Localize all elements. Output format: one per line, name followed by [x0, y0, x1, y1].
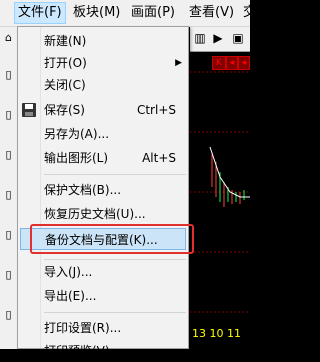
menu-sector[interactable]: 板块(M)	[70, 3, 123, 23]
menu-item-protect-doc[interactable]: 保护文档(B)...	[20, 179, 186, 201]
menu-item-open[interactable]: 打开(O) ▶	[20, 52, 186, 74]
menu-item-label: 恢复历史文档(U)...	[44, 207, 146, 221]
menu-item-save[interactable]: 保存(S) Ctrl+S	[20, 99, 186, 121]
play-icon[interactable]: ▶	[210, 30, 226, 46]
ticker-row: 13 10 11	[192, 327, 241, 340]
menu-item-shortcut: Ctrl+S	[136, 103, 176, 117]
menu-trade[interactable]: 交	[240, 3, 259, 23]
annotation-highlight-box	[30, 224, 194, 254]
menu-item-label: 新建(N)	[44, 34, 87, 48]
menu-item-label: 输出图形(L)	[44, 151, 109, 165]
submenu-arrow-icon: ▶	[175, 58, 182, 68]
window-icon[interactable]: ▣	[230, 30, 246, 46]
candlestick-chart	[190, 71, 250, 313]
menu-bar: 文件(F) 板块(M) 画面(P) 查看(V) 交	[0, 0, 256, 27]
menu-item-close[interactable]: 关闭(C)	[20, 74, 186, 96]
grid-icon[interactable]: ▥	[192, 30, 208, 46]
tool-icon[interactable]: ▯	[1, 67, 16, 82]
menu-item-shortcut: Alt+S	[142, 151, 176, 165]
menu-item-label: 保存(S)	[44, 103, 85, 117]
menu-item-import[interactable]: 导入(J)...	[20, 261, 186, 283]
menu-view[interactable]: 查看(V)	[186, 3, 237, 23]
tool-icon[interactable]: ▯	[1, 307, 16, 322]
menu-item-print-setup[interactable]: 打印设置(R)...	[20, 317, 186, 339]
menu-item-export-graphic[interactable]: 输出图形(L) Alt+S	[20, 147, 186, 169]
menu-item-restore-history[interactable]: 恢复历史文档(U)...	[20, 203, 186, 225]
menu-screen[interactable]: 画面(P)	[128, 3, 178, 23]
tool-icon[interactable]: ▯	[1, 147, 16, 162]
tool-icon[interactable]: ▯	[1, 107, 16, 122]
menu-item-label: 打印预览(V)	[44, 344, 110, 358]
menu-item-label: 导入(J)...	[44, 265, 93, 279]
menu-item-print-preview[interactable]: 打印预览(V)	[20, 340, 186, 362]
file-dropdown-menu: 新建(N) 打开(O) ▶ 关闭(C) 保存(S) Ctrl+S 另存为(A).…	[17, 26, 189, 358]
menu-item-label: 保护文档(B)...	[44, 183, 122, 197]
menu-separator	[44, 312, 186, 313]
menu-item-label: 打印设置(R)...	[44, 321, 122, 335]
home-icon[interactable]: ⌂	[1, 30, 16, 45]
menu-item-new[interactable]: 新建(N)	[20, 30, 186, 52]
menu-item-save-as[interactable]: 另存为(A)...	[20, 123, 186, 145]
tool-icon[interactable]: ▯	[1, 267, 16, 282]
menu-item-label: 打开(O)	[44, 56, 87, 70]
menu-separator	[44, 174, 186, 175]
tool-icon[interactable]: ▯	[1, 187, 16, 202]
chart-toolbar: ▥ ▶ ▣	[190, 27, 250, 52]
menu-file[interactable]: 文件(F)	[14, 2, 66, 24]
save-icon	[22, 103, 36, 117]
tool-icon[interactable]: ▯	[1, 227, 16, 242]
left-toolbar: ⌂ ▯ ▯ ▯ ▯ ▯ ▯ ▯	[0, 27, 18, 349]
menu-item-label: 另存为(A)...	[44, 127, 110, 141]
menu-item-export[interactable]: 导出(E)...	[20, 285, 186, 307]
menu-separator	[44, 259, 186, 260]
menu-item-label: 关闭(C)	[44, 78, 86, 92]
chart-area[interactable]: K ◂ ◂	[190, 52, 250, 349]
menu-item-label: 导出(E)...	[44, 289, 97, 303]
